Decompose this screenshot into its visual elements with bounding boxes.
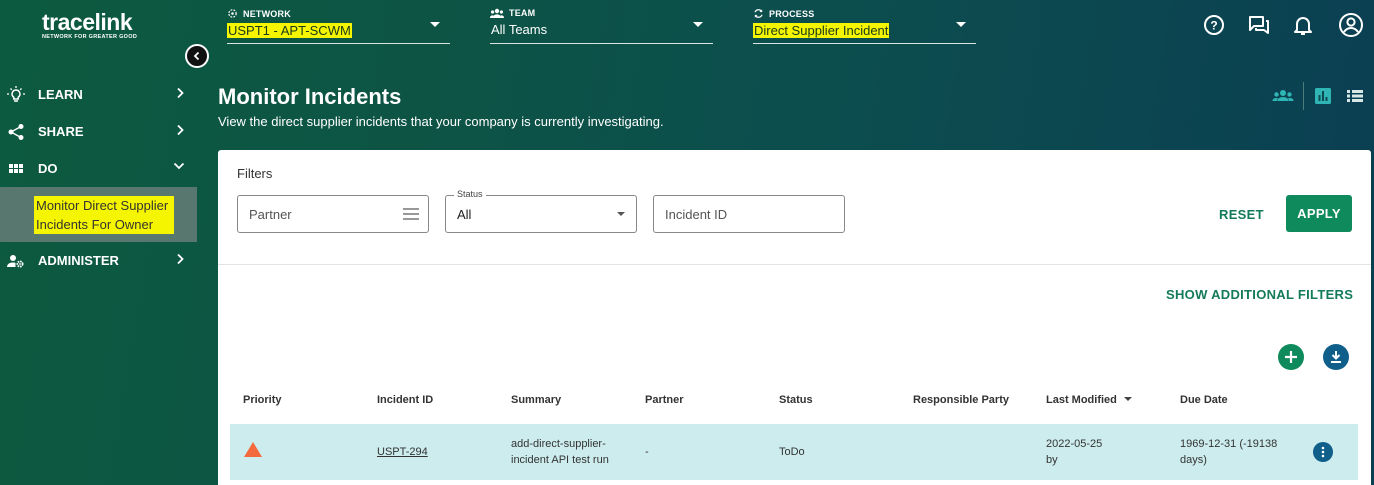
tracelink-logo[interactable]: tracelink NETWORK FOR GREATER GOOD: [42, 11, 137, 41]
network-select[interactable]: NETWORK USPT1 - APT-SCWM: [227, 8, 450, 44]
last-modified-by: by: [1046, 454, 1058, 466]
sidebar-item-administer[interactable]: ADMINISTER: [0, 242, 197, 279]
account-icon[interactable]: [1338, 12, 1364, 38]
process-value: Direct Supplier Incident: [753, 23, 890, 38]
download-button[interactable]: [1323, 344, 1349, 370]
menu-icon[interactable]: [403, 208, 419, 220]
incident-id-link[interactable]: USPT-294: [377, 444, 428, 460]
process-label: PROCESS: [769, 8, 815, 19]
list-view-icon[interactable]: [1345, 86, 1367, 106]
chevron-right-icon: [177, 87, 184, 99]
incident-id-input[interactable]: Incident ID: [653, 195, 845, 233]
status-select[interactable]: Status All: [445, 189, 637, 233]
sidebar: LEARN SHARE DO Monitor Direct Supplier I…: [0, 76, 197, 279]
grid-icon: [9, 164, 23, 173]
chart-view-icon[interactable]: [1313, 86, 1335, 106]
more-vert-icon: [1321, 446, 1325, 458]
sidebar-item-label: DO: [38, 161, 58, 176]
sidebar-subitem-label: Monitor Direct Supplier Incidents For Ow…: [34, 195, 174, 234]
chevron-down-icon: [693, 22, 703, 27]
sidebar-item-do[interactable]: DO: [0, 150, 197, 187]
column-header-incident-id[interactable]: Incident ID: [377, 394, 433, 406]
collapse-sidebar-button[interactable]: [185, 44, 209, 68]
network-label: NETWORK: [243, 8, 291, 19]
brand-tagline: NETWORK FOR GREATER GOOD: [42, 34, 138, 40]
status-cell: ToDo: [779, 446, 805, 458]
chevron-right-icon: [177, 253, 184, 265]
chat-icon[interactable]: [1246, 12, 1272, 38]
status-label: Status: [454, 189, 486, 199]
column-header-partner[interactable]: Partner: [645, 394, 684, 406]
status-value: All: [457, 206, 472, 222]
show-additional-filters-button[interactable]: SHOW ADDITIONAL FILTERS: [1166, 287, 1353, 302]
sidebar-item-learn[interactable]: LEARN: [0, 76, 197, 113]
lightbulb-icon: [7, 86, 25, 102]
column-header-due-date[interactable]: Due Date: [1180, 394, 1228, 406]
sidebar-item-share[interactable]: SHARE: [0, 113, 197, 150]
incidents-panel: Filters Partner Status All Incident ID R…: [218, 150, 1371, 485]
chevron-down-icon: [956, 22, 966, 27]
due-date-cell: 1969-12-31 (-19138 days): [1180, 438, 1278, 466]
brand-name: tracelink: [42, 9, 133, 35]
sidebar-item-label: ADMINISTER: [38, 253, 119, 268]
last-modified-cell: 2022-05-25 by: [1046, 436, 1102, 468]
chevron-down-icon: [173, 162, 185, 170]
team-icon: [490, 8, 504, 18]
download-icon: [1331, 351, 1341, 363]
reset-button[interactable]: RESET: [1219, 207, 1264, 222]
add-incident-button[interactable]: [1278, 344, 1304, 370]
chevron-left-icon: [193, 51, 200, 61]
plus-icon: [1285, 351, 1297, 363]
filters-heading: Filters: [237, 166, 273, 181]
partner-cell: -: [645, 446, 649, 458]
process-select[interactable]: PROCESS Direct Supplier Incident: [753, 8, 976, 44]
partner-filter[interactable]: Partner: [237, 195, 429, 233]
divider: [218, 264, 1371, 265]
page-title: Monitor Incidents: [218, 84, 402, 109]
sort-desc-icon[interactable]: [1123, 395, 1133, 403]
summary-cell: add-direct-supplier-incident API test ru…: [511, 438, 609, 466]
partner-placeholder: Partner: [249, 206, 292, 222]
svg-text:?: ?: [1210, 19, 1217, 33]
network-value: USPT1 - APT-SCWM: [227, 23, 352, 38]
view-divider: [1303, 82, 1304, 110]
sidebar-subitem-monitor-incidents[interactable]: Monitor Direct Supplier Incidents For Ow…: [0, 187, 197, 242]
chevron-down-icon: [617, 212, 625, 216]
share-icon: [8, 124, 24, 140]
chevron-right-icon: [177, 124, 184, 136]
team-value: All Teams: [491, 22, 548, 37]
user-gear-icon: [7, 255, 24, 268]
team-view-icon[interactable]: [1272, 86, 1294, 106]
column-header-summary[interactable]: Summary: [511, 394, 561, 406]
column-header-status[interactable]: Status: [779, 394, 813, 406]
row-actions-button[interactable]: [1313, 442, 1333, 462]
table-row[interactable]: USPT-294 add-direct-supplier-incident AP…: [230, 424, 1358, 480]
last-modified-date: 2022-05-25: [1046, 438, 1103, 450]
column-header-priority[interactable]: Priority: [243, 394, 282, 406]
column-header-responsible-party[interactable]: Responsible Party: [913, 394, 1009, 406]
help-icon[interactable]: ?: [1201, 12, 1227, 38]
page-subtitle: View the direct supplier incidents that …: [218, 114, 664, 129]
chevron-down-icon: [430, 22, 440, 27]
network-icon: [228, 9, 237, 18]
team-select[interactable]: TEAM All Teams: [490, 8, 713, 44]
sync-icon: [754, 9, 763, 18]
apply-button[interactable]: APPLY: [1286, 195, 1352, 232]
incident-id-placeholder: Incident ID: [665, 206, 728, 222]
team-label: TEAM: [509, 8, 536, 18]
bell-icon[interactable]: [1290, 12, 1316, 38]
sidebar-item-label: LEARN: [38, 87, 83, 102]
priority-high-icon: [244, 442, 262, 457]
column-header-last-modified[interactable]: Last Modified: [1046, 394, 1133, 406]
sidebar-item-label: SHARE: [38, 124, 84, 139]
